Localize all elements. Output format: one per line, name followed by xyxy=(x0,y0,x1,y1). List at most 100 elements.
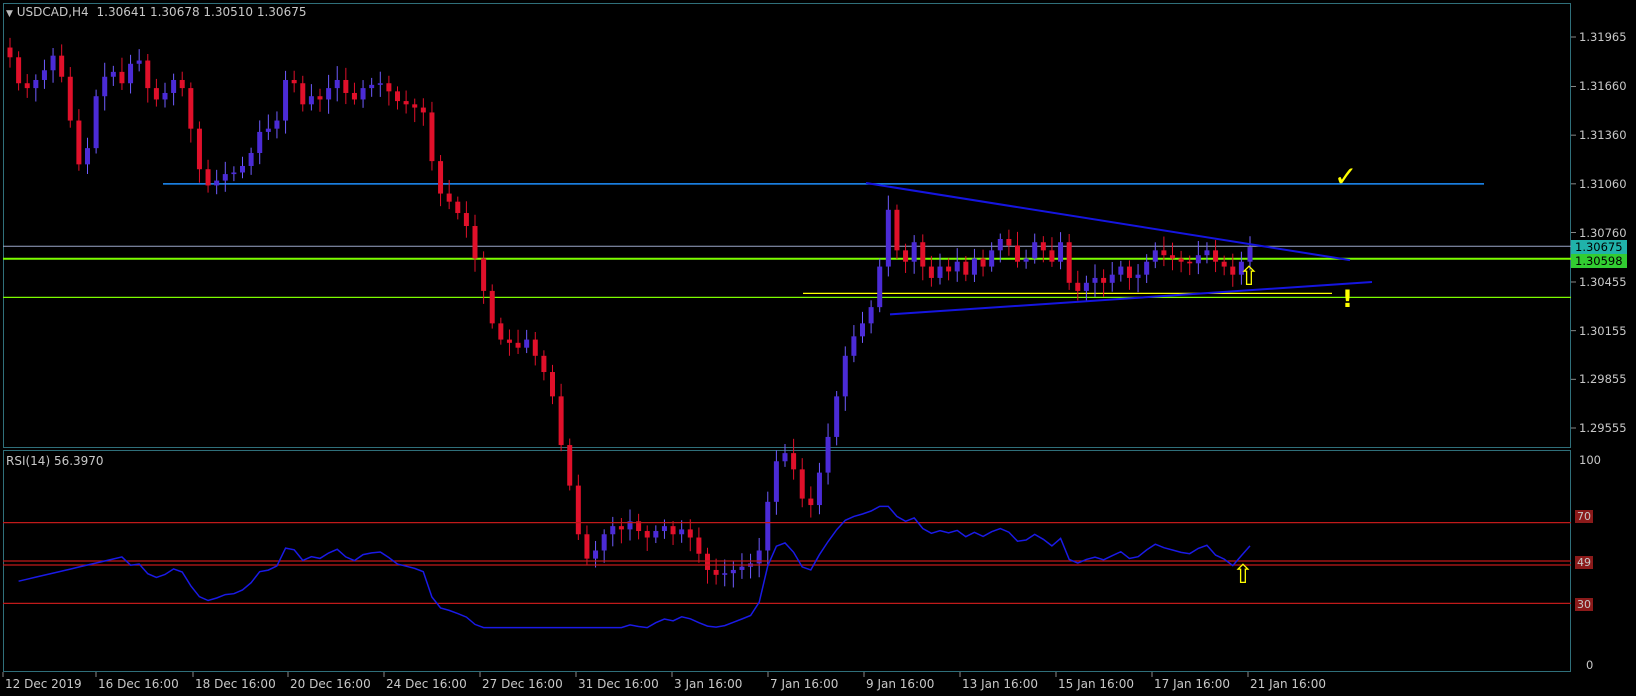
candle-body xyxy=(110,71,116,77)
triangle-down-icon[interactable]: ▼ xyxy=(6,9,13,19)
candle-body xyxy=(730,569,736,574)
ascending-trendline xyxy=(889,280,1373,316)
candle-body xyxy=(644,531,650,538)
candle-body xyxy=(1015,245,1020,262)
candle-body xyxy=(257,131,263,154)
candle-body xyxy=(825,436,831,473)
candle-body xyxy=(16,57,22,84)
level-price-tag: 1.30598 xyxy=(1571,254,1627,268)
price-axis-label: 1.30455 xyxy=(1579,274,1627,289)
candle-body xyxy=(532,339,538,356)
time-axis-label: 3 Jan 16:00 xyxy=(674,677,743,691)
rsi-level-70: 70 xyxy=(1575,510,1593,523)
candle-body xyxy=(1195,255,1201,264)
candle-body xyxy=(274,120,280,129)
time-axis-label: 7 Jan 16:00 xyxy=(770,677,839,691)
candle-body xyxy=(179,79,185,89)
candle-body xyxy=(119,71,125,84)
rsi-level-49: 49 xyxy=(1575,556,1593,569)
candle-body xyxy=(145,60,151,89)
candle-body xyxy=(1049,250,1055,262)
candle-body xyxy=(1161,250,1167,256)
candle-body xyxy=(438,161,444,194)
candle-body xyxy=(50,55,56,71)
candle-body xyxy=(395,91,400,102)
candle-body xyxy=(851,336,857,356)
candle-body xyxy=(472,226,478,259)
ohlc-values: 1.30641 1.30678 1.30510 1.30675 xyxy=(96,5,307,19)
candle-body xyxy=(661,526,667,532)
candle-body xyxy=(1083,282,1089,291)
candle-body xyxy=(739,566,745,570)
candle-body xyxy=(102,76,108,97)
price-axis-label: 1.30155 xyxy=(1579,323,1627,338)
time-axis-label: 31 Dec 16:00 xyxy=(578,677,659,691)
candle-body xyxy=(1135,274,1141,278)
candle-body xyxy=(76,120,82,165)
candle-body xyxy=(799,469,805,499)
candle-body xyxy=(584,534,590,559)
candle-body xyxy=(412,104,418,108)
candle-body xyxy=(980,258,986,267)
candle-body xyxy=(842,355,848,397)
candle-body xyxy=(1213,250,1219,262)
candle-body xyxy=(782,453,788,462)
candle-body xyxy=(67,76,73,121)
candle-body xyxy=(1040,242,1046,251)
candle-body xyxy=(463,213,469,227)
candle-body xyxy=(1109,274,1115,283)
candle-body xyxy=(33,79,39,89)
candle-body xyxy=(343,79,349,93)
candle-body xyxy=(679,529,685,535)
candle-body xyxy=(1058,242,1064,262)
rsi-title: RSI(14) 56.3970 xyxy=(6,454,104,468)
candle-body xyxy=(171,79,177,93)
current-price-tag: 1.30675 xyxy=(1571,240,1627,254)
candle-body xyxy=(386,83,392,92)
candle-body xyxy=(41,70,47,80)
candle-body xyxy=(670,526,676,535)
candle-body xyxy=(610,526,616,535)
price-axis-label: 1.31660 xyxy=(1579,79,1627,94)
price-axis-label: 1.29555 xyxy=(1579,421,1627,435)
candle-body xyxy=(524,339,530,348)
candle-body xyxy=(7,47,13,58)
candle-body xyxy=(196,128,202,170)
candle-body xyxy=(1170,255,1175,259)
candle-body xyxy=(903,250,909,262)
candle-body xyxy=(1247,247,1253,262)
candle-body xyxy=(136,60,142,64)
candle-body xyxy=(946,266,952,272)
candle-body xyxy=(351,92,357,100)
candle-body xyxy=(937,266,943,278)
candle-body xyxy=(593,550,599,559)
time-axis-label: 13 Jan 16:00 xyxy=(962,677,1038,691)
price-axis-label: 1.31360 xyxy=(1579,128,1627,143)
price-axis-label: 1.29855 xyxy=(1579,372,1627,387)
candle-body xyxy=(403,101,409,105)
candle-body xyxy=(722,573,728,575)
candle-body xyxy=(791,453,797,470)
candle-body xyxy=(1118,266,1124,275)
rsi-up-arrow-icon: ⇧ xyxy=(1232,560,1254,590)
candle-body xyxy=(360,88,366,100)
exclamation-icon: ! xyxy=(1342,285,1353,313)
time-axis-label: 16 Dec 16:00 xyxy=(98,677,179,691)
candle-body xyxy=(1023,258,1029,262)
candle-body xyxy=(489,290,495,324)
time-axis-label: 15 Jan 16:00 xyxy=(1058,677,1134,691)
candle-body xyxy=(1075,282,1081,291)
descending-trendline xyxy=(865,182,1351,262)
time-axis-label: 12 Dec 2019 xyxy=(5,677,82,691)
candle-body xyxy=(85,148,90,165)
candle-body xyxy=(128,63,134,84)
candle-body xyxy=(1066,242,1072,283)
candle-body xyxy=(894,209,900,251)
candle-body xyxy=(816,472,822,506)
candle-body xyxy=(1032,242,1038,259)
candle-body xyxy=(1178,258,1184,262)
price-axis-label: 1.31965 xyxy=(1579,30,1627,44)
candle-body xyxy=(1230,266,1236,275)
candle-body xyxy=(188,88,194,129)
check-mark-icon: ✓ xyxy=(1334,160,1358,193)
